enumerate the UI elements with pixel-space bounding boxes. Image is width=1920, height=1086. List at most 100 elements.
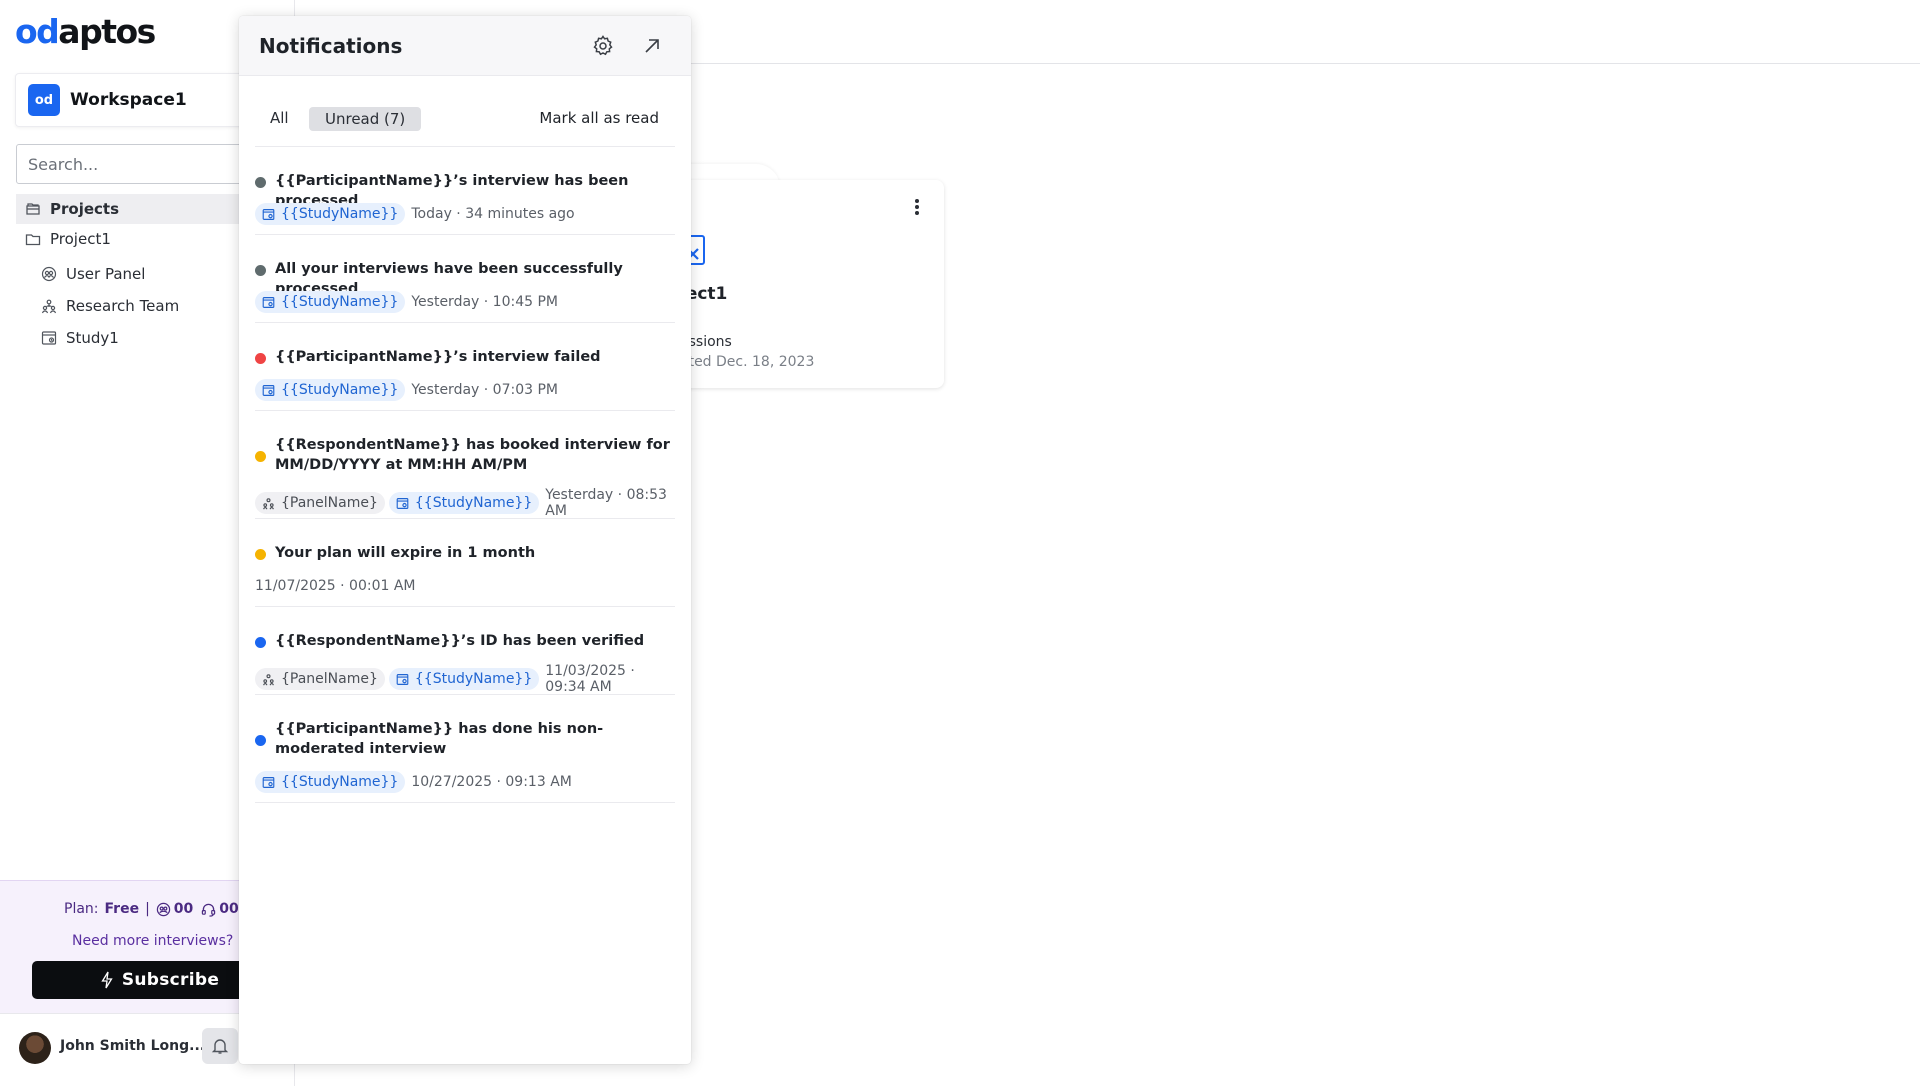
notification-item[interactable]: {{ParticipantName}} has done his non-mod… <box>255 695 675 803</box>
study-icon <box>262 208 275 220</box>
odaptos-logo[interactable]: od aptos <box>15 11 156 51</box>
nav-research-team-label: Research Team <box>66 297 180 315</box>
study-icon <box>396 497 409 509</box>
mark-all-read-button[interactable]: Mark all as read <box>539 109 659 127</box>
notification-title: {{ParticipantName}}’s interview failed <box>275 349 601 365</box>
study-icon <box>40 329 58 347</box>
filter-all-tab[interactable]: All <box>270 109 289 127</box>
notification-meta: {{StudyName}} 10/27/2025 · 09:13 AM <box>255 771 572 793</box>
nav-study1-label: Study1 <box>66 329 119 347</box>
avatar[interactable] <box>19 1032 51 1064</box>
study-chip[interactable]: {{StudyName}} <box>255 379 406 401</box>
notification-title: Your plan will expire in 1 month <box>275 545 536 561</box>
status-dot <box>255 451 266 462</box>
open-notifications-page-button[interactable] <box>640 34 664 58</box>
gear-icon <box>593 35 613 56</box>
nav-project1[interactable]: Project1 <box>16 228 111 250</box>
interviews-count: 00 <box>156 901 193 917</box>
study-icon <box>262 776 275 788</box>
projects-icon <box>24 200 42 218</box>
logo-text: aptos <box>58 11 156 51</box>
support-count-value: 00 <box>219 901 239 917</box>
support-count: 00 <box>201 901 239 917</box>
study-chip[interactable]: {{StudyName}} <box>255 203 406 225</box>
status-dot <box>255 549 266 560</box>
nav-study1[interactable]: Study1 <box>40 327 119 349</box>
notification-meta: {PanelName} {{StudyName}} 11/03/2025 · 0… <box>255 663 675 695</box>
headset-icon <box>202 903 216 917</box>
status-dot <box>255 735 266 746</box>
notification-time: 11/03/2025 · 09:34 AM <box>545 663 635 695</box>
notifications-panel: Notifications All Unread (7) Mark all as… <box>239 16 691 1064</box>
study-icon <box>262 384 275 396</box>
notification-item[interactable]: {{RespondentName}}’s ID has been verifie… <box>255 607 675 695</box>
notification-title: {{ParticipantName}} has done his non-mod… <box>275 721 604 757</box>
notification-title: {{RespondentName}} has booked interview … <box>275 437 670 473</box>
panel-chip-label: {PanelName} <box>281 671 378 687</box>
nav-projects-label: Projects <box>50 200 120 218</box>
interviews-icon <box>156 902 170 916</box>
study-chip[interactable]: {{StudyName}} <box>388 668 540 690</box>
kebab-icon <box>915 199 919 215</box>
study-chip-label: {{StudyName}} <box>281 294 399 310</box>
nav-user-panel[interactable]: User Panel <box>40 263 145 285</box>
subscribe-label: Subscribe <box>121 970 220 990</box>
study-icon <box>396 673 409 685</box>
arrow-up-right-icon <box>645 39 659 53</box>
project-card-updated: ated Dec. 18, 2023 <box>680 354 815 370</box>
study-chip-label: {{StudyName}} <box>414 495 533 511</box>
study-chip[interactable]: {{StudyName}} <box>255 771 406 793</box>
user-name[interactable]: John Smith Long... <box>60 1038 205 1054</box>
study-chip-label: {{StudyName}} <box>281 206 399 222</box>
notification-item[interactable]: {{ParticipantName}}’s interview failed {… <box>255 323 675 411</box>
panel-icon <box>263 673 274 685</box>
study-chip-label: {{StudyName}} <box>281 382 399 398</box>
nav-research-team[interactable]: Research Team <box>40 295 179 317</box>
status-dot <box>255 265 266 276</box>
need-more-interviews-link[interactable]: Need more interviews? <box>72 933 233 949</box>
study-chip-label: {{StudyName}} <box>414 671 533 687</box>
nav-project1-label: Project1 <box>50 230 111 248</box>
notification-time: 11/07/2025 · 00:01 AM <box>255 578 416 594</box>
notification-time: Today · 34 minutes ago <box>411 206 575 222</box>
notifications-button[interactable] <box>202 1028 238 1064</box>
panel-chip[interactable]: {PanelName} <box>255 492 385 514</box>
notification-item[interactable]: {{ParticipantName}}’s interview has been… <box>255 147 675 235</box>
panel-chip[interactable]: {PanelName} <box>255 668 385 690</box>
lightning-icon <box>101 971 113 989</box>
notification-time: Yesterday · 07:03 PM <box>411 382 558 398</box>
notification-meta: {PanelName} {{StudyName}} Yesterday · 08… <box>255 487 675 519</box>
notification-time: Yesterday · 10:45 PM <box>411 294 558 310</box>
status-dot <box>255 353 266 364</box>
notification-meta: {{StudyName}} Today · 34 minutes ago <box>255 203 575 225</box>
nav-user-panel-label: User Panel <box>66 265 146 283</box>
notifications-title: Notifications <box>259 34 403 58</box>
workspace-name: Workspace1 <box>70 90 187 110</box>
filter-unread-tab[interactable]: Unread (7) <box>309 107 422 131</box>
study-chip[interactable]: {{StudyName}} <box>388 492 540 514</box>
plan-label: Plan: <box>64 901 99 917</box>
plan-status: Plan: Free | 00 00 <box>64 901 247 917</box>
notification-item[interactable]: Your plan will expire in 1 month 11/07/2… <box>255 519 675 607</box>
notification-meta: {{StudyName}} Yesterday · 10:45 PM <box>255 291 558 313</box>
folder-icon <box>24 230 42 248</box>
notification-settings-button[interactable] <box>591 34 615 58</box>
search-placeholder: Search... <box>28 154 99 174</box>
notification-meta: {{StudyName}} Yesterday · 07:03 PM <box>255 379 558 401</box>
status-dot <box>255 177 266 188</box>
notification-meta: 11/07/2025 · 00:01 AM <box>255 575 416 597</box>
interviews-count-value: 00 <box>173 901 194 917</box>
notification-time: Yesterday · 08:53 AM <box>545 487 667 519</box>
notifications-header: Notifications <box>239 16 691 76</box>
panel-icon <box>263 497 274 509</box>
logo-od: od <box>15 11 60 51</box>
study-icon <box>262 296 275 308</box>
study-chip-label: {{StudyName}} <box>281 774 399 790</box>
notification-item[interactable]: All your interviews have been successful… <box>255 235 675 323</box>
bell-icon <box>211 1039 229 1054</box>
notification-filters: All Unread (7) Mark all as read <box>255 76 675 147</box>
card-more-options[interactable] <box>905 195 929 219</box>
study-chip[interactable]: {{StudyName}} <box>255 291 406 313</box>
panel-chip-label: {PanelName} <box>281 495 378 511</box>
notification-item[interactable]: {{RespondentName}} has booked interview … <box>255 411 675 519</box>
